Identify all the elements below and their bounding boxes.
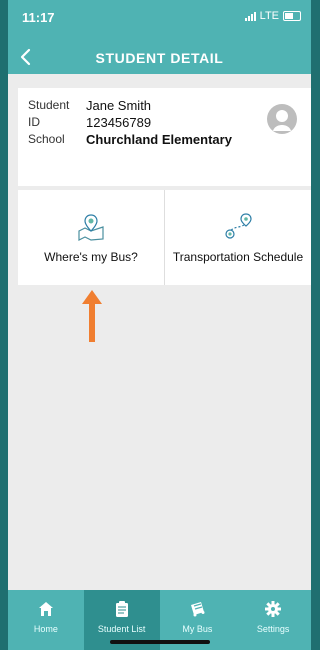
student-name: Jane Smith: [86, 98, 152, 113]
tab-settings[interactable]: Settings: [235, 590, 311, 650]
battery-icon: [283, 11, 301, 21]
gear-icon: [265, 601, 282, 617]
tab-label-student-list: Student List: [97, 624, 146, 634]
app-screen: 11:17 LTE STUDENT DETAIL Student Jane Sm…: [0, 0, 311, 650]
tab-home[interactable]: Home: [8, 590, 84, 650]
student-name-row: Student Jane Smith: [28, 98, 247, 113]
transportation-schedule-label: Transportation Schedule: [172, 249, 304, 264]
map-pin-icon: [78, 213, 104, 241]
school-label: School: [28, 132, 65, 146]
network-label: LTE: [259, 10, 279, 22]
home-icon: [38, 602, 53, 616]
student-label: Student: [28, 98, 70, 112]
student-id-row: ID 123456789: [28, 115, 247, 130]
avatar-icon: [267, 104, 297, 134]
home-indicator: [110, 640, 210, 644]
status-bar: 11:17 LTE: [8, 0, 311, 42]
action-tiles: Where's my Bus? Transportation Schedule: [18, 190, 311, 285]
up-arrow-icon: [82, 290, 102, 342]
clipboard-icon: [115, 601, 128, 617]
transportation-schedule-tile[interactable]: Transportation Schedule: [164, 190, 311, 285]
left-edge: [0, 0, 8, 650]
tab-label-settings: Settings: [256, 624, 290, 634]
page-title: STUDENT DETAIL: [95, 50, 224, 66]
content-area: [18, 286, 311, 590]
student-school: Churchland Elementary: [86, 132, 232, 147]
tab-label-my-bus: My Bus: [182, 624, 213, 634]
wheres-my-bus-label: Where's my Bus?: [44, 249, 138, 264]
id-label: ID: [28, 115, 40, 129]
route-icon: [225, 212, 252, 239]
student-school-row: School Churchland Elementary: [28, 132, 247, 147]
wheres-my-bus-tile[interactable]: Where's my Bus?: [18, 190, 164, 285]
student-card: Student Jane Smith ID 123456789 School C…: [18, 88, 311, 186]
tab-label-home: Home: [33, 624, 58, 634]
app-header: STUDENT DETAIL: [8, 42, 311, 74]
student-id: 123456789: [86, 115, 152, 130]
bus-icon: [191, 602, 205, 617]
status-time: 11:17: [22, 10, 55, 25]
status-right: LTE: [244, 10, 301, 22]
signal-icon: [244, 11, 256, 21]
